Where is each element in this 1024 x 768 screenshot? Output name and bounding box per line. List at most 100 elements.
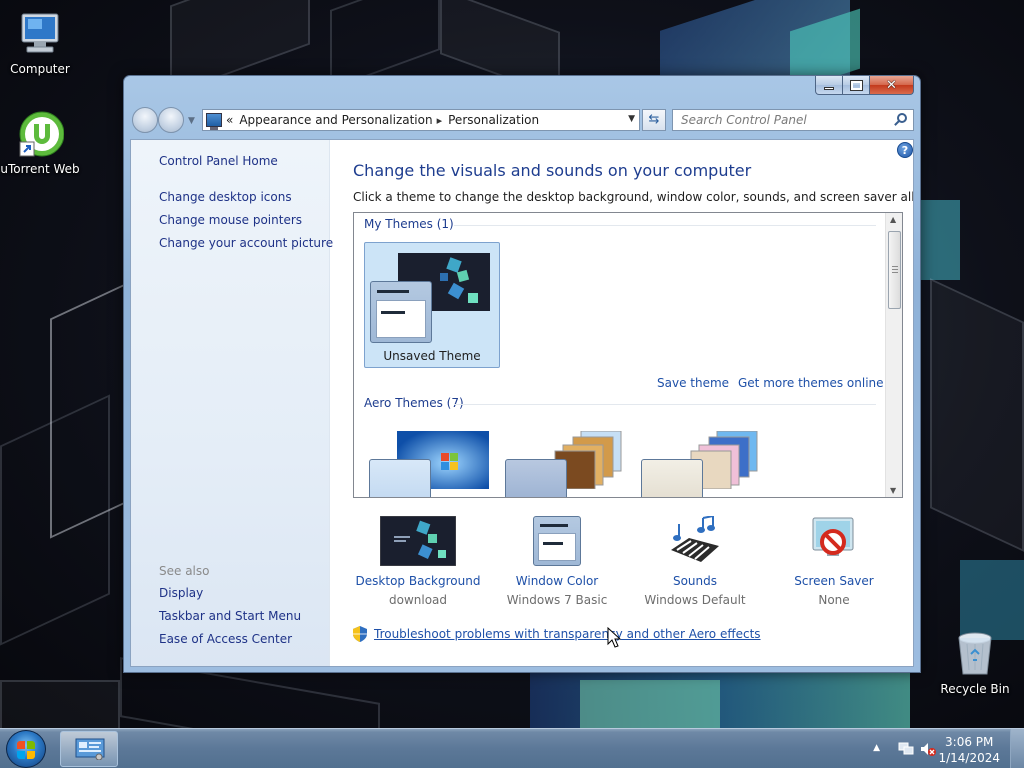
setting-value: Windows Default bbox=[644, 593, 746, 607]
system-tray: ▲ 3:06 PM 1/14/2024 bbox=[854, 729, 1024, 768]
caption-buttons: ✕ bbox=[815, 76, 914, 95]
desktop-icon-label: Recycle Bin bbox=[940, 682, 1010, 696]
group-divider bbox=[454, 404, 876, 405]
theme-list-scrollbar[interactable]: ▲ ▼ bbox=[885, 213, 902, 497]
refresh-button[interactable]: ⇆ bbox=[642, 109, 666, 131]
get-more-themes-online-link[interactable]: Get more themes online bbox=[738, 376, 884, 390]
back-button[interactable] bbox=[132, 107, 158, 133]
forward-button[interactable] bbox=[158, 107, 184, 133]
theme-window-preview bbox=[369, 459, 431, 497]
computer-icon bbox=[16, 10, 64, 58]
display-link[interactable]: Display bbox=[159, 586, 203, 600]
maximize-button[interactable] bbox=[843, 76, 870, 95]
breadcrumb-overflow[interactable]: « bbox=[226, 113, 233, 127]
main-pane: ? Change the visuals and sounds on your … bbox=[330, 140, 913, 666]
group-divider bbox=[454, 225, 876, 226]
theme-tile-aero-architecture[interactable] bbox=[500, 421, 636, 497]
utorrent-icon bbox=[16, 110, 65, 158]
theme-tile-aero-windows[interactable] bbox=[364, 421, 500, 497]
desktop-icon-recycle-bin[interactable]: Recycle Bin bbox=[935, 630, 1015, 696]
maximize-icon bbox=[849, 79, 863, 91]
clock[interactable]: 3:06 PM 1/14/2024 bbox=[938, 734, 1000, 766]
close-icon: ✕ bbox=[886, 77, 897, 93]
refresh-icon: ⇆ bbox=[648, 112, 660, 127]
desktop-icon-computer[interactable]: Computer bbox=[0, 10, 80, 76]
theme-window-preview bbox=[370, 281, 432, 343]
page-title: Change the visuals and sounds on your co… bbox=[353, 161, 752, 180]
desktop-background-setting[interactable]: Desktop Background download bbox=[353, 515, 483, 607]
scroll-up-icon[interactable]: ▲ bbox=[890, 215, 896, 224]
shield-icon bbox=[353, 626, 367, 642]
close-button[interactable]: ✕ bbox=[870, 76, 914, 95]
scrollbar-thumb[interactable] bbox=[888, 231, 901, 309]
page-description: Click a theme to change the desktop back… bbox=[353, 190, 914, 204]
address-dropdown-icon[interactable]: ▼ bbox=[628, 114, 635, 124]
sounds-setting[interactable]: Sounds Windows Default bbox=[630, 515, 760, 607]
breadcrumb-separator-icon[interactable]: ▸ bbox=[437, 114, 443, 127]
theme-tile-unsaved[interactable]: Unsaved Theme bbox=[364, 242, 500, 368]
navigation-bar: ▼ « Appearance and Personalization ▸ Per… bbox=[130, 106, 914, 134]
change-mouse-pointers-link[interactable]: Change mouse pointers bbox=[159, 213, 302, 227]
screen-saver-setting[interactable]: Screen Saver None bbox=[769, 516, 899, 607]
control-panel-home-link[interactable]: Control Panel Home bbox=[159, 154, 278, 168]
search-box[interactable] bbox=[672, 109, 914, 131]
theme-window-preview bbox=[641, 459, 703, 497]
window-color-icon bbox=[533, 516, 581, 566]
troubleshoot-aero-link[interactable]: Troubleshoot problems with transparency … bbox=[353, 626, 761, 642]
taskbar-and-start-menu-link[interactable]: Taskbar and Start Menu bbox=[159, 609, 301, 623]
clock-time: 3:06 PM bbox=[945, 735, 994, 749]
theme-list[interactable]: My Themes (1) Unsaved Theme Save theme G… bbox=[353, 212, 903, 498]
minimize-button[interactable] bbox=[815, 76, 843, 95]
windows-logo-icon bbox=[17, 741, 35, 759]
control-panel-icon bbox=[75, 738, 105, 761]
theme-name: Unsaved Theme bbox=[383, 349, 481, 363]
clock-date: 1/14/2024 bbox=[938, 751, 1000, 765]
search-input[interactable] bbox=[681, 113, 881, 127]
see-also-heading: See also bbox=[159, 564, 210, 578]
ease-of-access-center-link[interactable]: Ease of Access Center bbox=[159, 632, 292, 646]
aero-themes-heading: Aero Themes (7) bbox=[364, 396, 464, 410]
recent-pages-dropdown-icon[interactable]: ▼ bbox=[188, 116, 195, 126]
personalization-window: ✕ ▼ « Appearance and Personalization ▸ P… bbox=[123, 75, 921, 673]
theme-tile-aero-characters[interactable] bbox=[636, 421, 772, 497]
help-icon[interactable]: ? bbox=[897, 142, 913, 158]
desktop-icon-label: uTorrent Web bbox=[0, 162, 80, 176]
theme-window-preview bbox=[505, 459, 567, 497]
window-color-setting[interactable]: Window Color Windows 7 Basic bbox=[492, 516, 622, 607]
troubleshoot-link-text[interactable]: Troubleshoot problems with transparency … bbox=[374, 627, 761, 641]
setting-label[interactable]: Desktop Background bbox=[353, 574, 483, 588]
scroll-down-icon[interactable]: ▼ bbox=[890, 486, 896, 495]
change-account-picture-link[interactable]: Change your account picture bbox=[159, 236, 333, 250]
show-hidden-icons-icon[interactable]: ▲ bbox=[873, 743, 880, 753]
address-bar[interactable]: « Appearance and Personalization ▸ Perso… bbox=[202, 109, 640, 131]
taskbar: ▲ 3:06 PM 1/14/2024 bbox=[0, 728, 1024, 768]
search-icon[interactable] bbox=[897, 113, 907, 123]
setting-value: Windows 7 Basic bbox=[506, 593, 608, 607]
setting-label[interactable]: Screen Saver bbox=[769, 574, 899, 588]
desktop-icon-label: Computer bbox=[10, 62, 70, 76]
save-theme-link[interactable]: Save theme bbox=[657, 376, 729, 390]
setting-value: None bbox=[818, 593, 850, 607]
setting-label[interactable]: Sounds bbox=[630, 574, 760, 588]
network-icon[interactable] bbox=[898, 742, 914, 756]
change-desktop-icons-link[interactable]: Change desktop icons bbox=[159, 190, 292, 204]
setting-label[interactable]: Window Color bbox=[492, 574, 622, 588]
start-button[interactable] bbox=[6, 730, 46, 768]
desktop-background-icon bbox=[379, 515, 457, 567]
left-task-pane: Control Panel Home Change desktop icons … bbox=[131, 140, 333, 666]
content-area: Control Panel Home Change desktop icons … bbox=[130, 139, 914, 667]
sounds-icon bbox=[669, 515, 721, 566]
setting-value: download bbox=[388, 593, 448, 607]
show-desktop-button[interactable] bbox=[1010, 729, 1024, 768]
control-panel-icon bbox=[206, 113, 222, 130]
minimize-icon bbox=[824, 86, 834, 90]
taskbar-control-panel-button[interactable] bbox=[60, 731, 118, 767]
my-themes-heading: My Themes (1) bbox=[364, 217, 454, 231]
mouse-cursor-icon bbox=[607, 626, 622, 652]
recycle-bin-icon bbox=[951, 630, 999, 678]
volume-muted-icon[interactable] bbox=[920, 742, 936, 756]
desktop-icon-utorrent-web[interactable]: uTorrent Web bbox=[0, 110, 80, 176]
screen-saver-icon bbox=[809, 516, 859, 566]
breadcrumb-appearance-and-personalization[interactable]: Appearance and Personalization bbox=[239, 113, 432, 127]
breadcrumb-personalization[interactable]: Personalization bbox=[448, 113, 539, 127]
